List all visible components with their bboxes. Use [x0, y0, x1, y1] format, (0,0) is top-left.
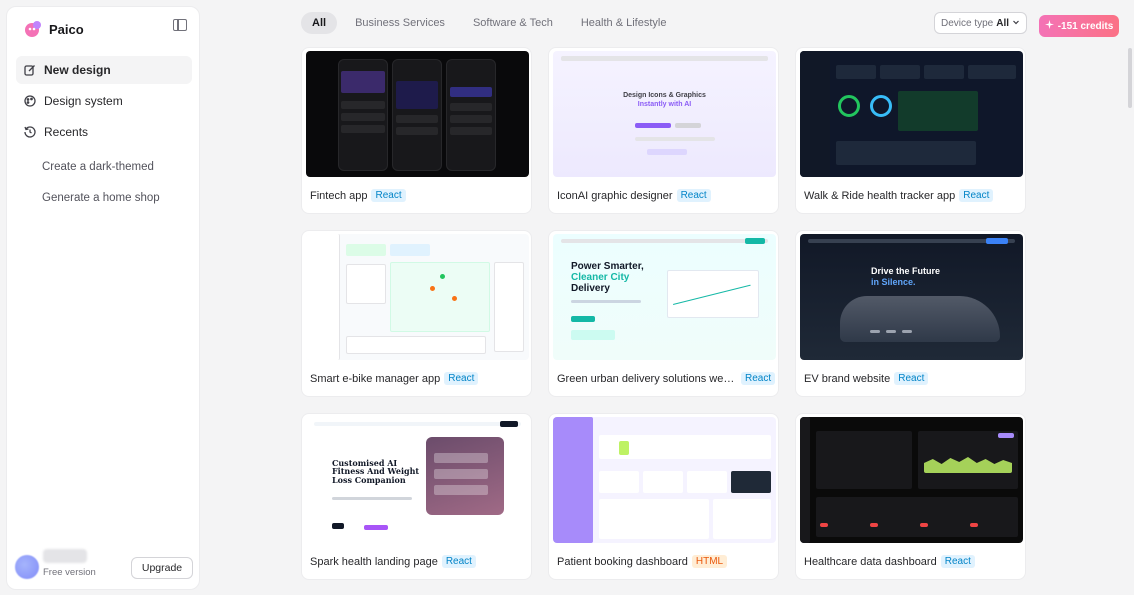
tech-badge: HTML [691, 555, 728, 568]
tech-badge: React [940, 555, 975, 568]
tech-badge: React [959, 189, 994, 202]
tab-software-tech[interactable]: Software & Tech [463, 12, 563, 34]
upgrade-button[interactable]: Upgrade [131, 557, 193, 579]
card-title-text: Smart e-bike manager app [310, 373, 441, 385]
account-panel: Free version Upgrade [15, 549, 193, 581]
card-title: Spark health landing page React [310, 555, 476, 568]
tech-badge: React [741, 372, 776, 385]
thumb-heading-line2: Cleaner City [571, 272, 630, 283]
credits-button[interactable]: -151 credits [1039, 15, 1119, 37]
card-title: Patient booking dashboard HTML [557, 555, 728, 568]
sidebar-item-label: Recents [44, 125, 89, 139]
account-name-blurred [43, 549, 87, 563]
sidebar-nav: New design Design system Recents [16, 56, 192, 149]
template-card-walk-ride[interactable]: Walk & Ride health tracker app React [795, 47, 1026, 214]
thumb-heading-line1: Drive the Future [871, 266, 941, 276]
tab-health-lifestyle[interactable]: Health & Lifestyle [571, 12, 677, 34]
card-title: Walk & Ride health tracker app React [804, 189, 994, 202]
tech-badge: React [444, 372, 479, 385]
template-card-iconai[interactable]: Design Icons & Graphics Instantly with A… [548, 47, 779, 214]
template-card-spark-health[interactable]: Customised AI Fitness And Weight Loss Co… [301, 413, 532, 580]
paico-logo-icon [23, 19, 43, 39]
tab-all[interactable]: All [301, 12, 338, 34]
card-title-text: Fintech app [310, 190, 368, 202]
brand-name: Paico [49, 21, 84, 37]
card-title: Healthcare data dashboard React [804, 555, 975, 568]
sidebar-item-new-design[interactable]: New design [16, 56, 192, 84]
recents-list: Create a dark-themed Generate a home sho… [42, 159, 160, 221]
card-title-text: Walk & Ride health tracker app [804, 190, 956, 202]
template-card-healthcare-data[interactable]: Healthcare data dashboard React [795, 413, 1026, 580]
template-card-ev-brand[interactable]: Drive the Future in Silence. EV brand we… [795, 230, 1026, 397]
card-title: Smart e-bike manager app React [310, 372, 479, 385]
sparkle-icon [1044, 20, 1054, 32]
tab-business-services[interactable]: Business Services [345, 12, 455, 34]
thumb-subheading: Instantly with AI [637, 101, 692, 108]
thumbnail-patient-booking [553, 417, 776, 543]
thumbnail-spark-health: Customised AI Fitness And Weight Loss Co… [306, 417, 529, 543]
card-title-text: EV brand website [804, 373, 891, 385]
thumbnail-walk-ride [800, 51, 1023, 177]
thumbnail-ev-brand: Drive the Future in Silence. [800, 234, 1023, 360]
thumbnail-green-delivery: Power Smarter, Cleaner City Delivery [553, 234, 776, 360]
tech-badge: React [894, 372, 929, 385]
history-icon [24, 126, 36, 138]
tech-badge: React [676, 189, 711, 202]
recent-item[interactable]: Generate a home shop [42, 190, 160, 221]
sidebar-item-design-system[interactable]: Design system [16, 87, 192, 115]
recent-item[interactable]: Create a dark-themed [42, 159, 160, 190]
thumb-heading-line1: Power Smarter, [571, 261, 644, 272]
card-title-text: Patient booking dashboard [557, 556, 688, 568]
card-title: Fintech app React [310, 189, 406, 202]
template-card-green-delivery[interactable]: Power Smarter, Cleaner City Delivery Gre… [548, 230, 779, 397]
card-title-text: IconAI graphic designer [557, 190, 673, 202]
sidebar-item-recents[interactable]: Recents [16, 118, 192, 146]
credits-label: -151 credits [1057, 20, 1114, 32]
template-card-fintech[interactable]: Fintech app React [301, 47, 532, 214]
device-type-select[interactable]: Device type All [934, 12, 1027, 34]
card-title-text: Healthcare data dashboard [804, 556, 937, 568]
device-type-value: All [996, 17, 1010, 29]
tech-badge: React [441, 555, 476, 568]
scrollbar[interactable] [1128, 48, 1132, 108]
thumbnail-iconai: Design Icons & Graphics Instantly with A… [553, 51, 776, 177]
thumb-heading: Customised AI Fitness And Weight Loss Co… [332, 458, 420, 485]
palette-icon [24, 95, 36, 107]
sidebar-item-label: Design system [44, 94, 123, 108]
thumb-heading-line2: in Silence. [871, 277, 916, 287]
category-tabs: All Business Services Software & Tech He… [301, 12, 684, 34]
brand[interactable]: Paico [23, 19, 84, 39]
sidebar-collapse-icon[interactable] [173, 19, 187, 31]
card-title: IconAI graphic designer React [557, 189, 711, 202]
card-title: EV brand website React [804, 372, 929, 385]
card-title-text: Green urban delivery solutions web... [557, 373, 737, 385]
thumbnail-ebike [306, 234, 529, 360]
thumb-heading: Design Icons & Graphics [623, 92, 706, 99]
thumbnail-fintech [306, 51, 529, 177]
avatar[interactable] [15, 555, 39, 579]
card-title: Green urban delivery solutions web... Rea… [557, 372, 776, 385]
account-plan: Free version [43, 567, 96, 578]
edit-icon [24, 64, 36, 76]
chevron-down-icon [1012, 18, 1020, 29]
thumbnail-healthcare-data [800, 417, 1023, 543]
template-card-patient-booking[interactable]: Patient booking dashboard HTML [548, 413, 779, 580]
sidebar-item-label: New design [44, 63, 111, 77]
device-type-label: Device type [941, 17, 994, 29]
thumb-heading-line3: Delivery [571, 283, 610, 294]
sidebar: Paico New design Design system Recents C… [6, 6, 200, 590]
tech-badge: React [371, 189, 406, 202]
template-card-ebike[interactable]: Smart e-bike manager app React [301, 230, 532, 397]
card-title-text: Spark health landing page [310, 556, 438, 568]
